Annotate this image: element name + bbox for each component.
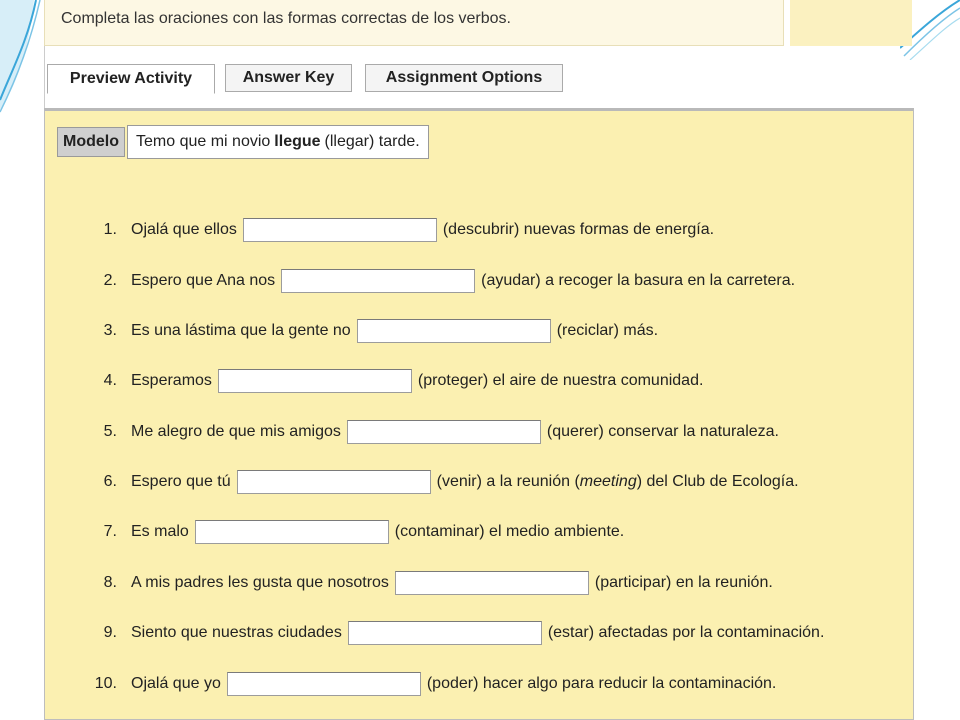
modelo-verb: llegue (274, 133, 321, 150)
item-number: 6. (103, 473, 117, 490)
activity-panel: Modelo Temo que mi novio llegue (llegar)… (44, 108, 914, 720)
exercise-item: 7. Es malo (contaminar) el medio ambient… (45, 519, 624, 545)
item-prompt: Me alegro de que mis amigos (131, 423, 341, 440)
item-prompt: A mis padres les gusta que nosotros (131, 574, 389, 591)
answer-input[interactable] (281, 269, 476, 293)
tab-bar: Preview Activity Answer Key Assignment O… (44, 46, 913, 108)
exercise-item: 8. A mis padres les gusta que nosotros (… (45, 570, 773, 596)
item-number: 10. (94, 675, 117, 692)
answer-input[interactable] (346, 420, 541, 444)
item-hint: (ayudar) a recoger la basura en la carre… (481, 272, 796, 289)
item-number: 1. (103, 221, 117, 238)
item-hint: (querer) conservar la naturaleza. (546, 423, 779, 440)
exercise-item: 10. Ojalá que yo (poder) hacer algo para… (45, 671, 776, 697)
answer-input[interactable] (226, 672, 421, 696)
item-hint-pre: (venir) a la reunión ( (436, 473, 580, 490)
item-number: 5. (103, 423, 117, 440)
instruction-side-panel (790, 0, 912, 46)
item-prompt: Ojalá que yo (131, 675, 221, 692)
exercise-item: 2. Espero que Ana nos (ayudar) a recoger… (45, 268, 795, 294)
answer-input[interactable] (347, 621, 542, 645)
answer-input[interactable] (242, 218, 437, 242)
item-number: 3. (103, 322, 117, 339)
item-prompt: Espero que Ana nos (131, 272, 276, 289)
item-prompt: Es una lástima que la gente no (131, 322, 351, 339)
exercise-item: 6. Espero que tú (venir) a la reunión (m… (45, 469, 799, 495)
item-hint: (reciclar) más. (556, 322, 659, 339)
exercise-item: 1. Ojalá que ellos (descubrir) nuevas fo… (45, 217, 714, 243)
item-prompt: Es malo (131, 523, 189, 540)
exercise-item: 4. Esperamos (proteger) el aire de nuest… (45, 368, 703, 394)
item-number: 8. (103, 574, 117, 591)
item-hint-italic: meeting (579, 473, 637, 490)
item-number: 7. (103, 523, 117, 540)
item-hint: (venir) a la reunión (meeting) del Club … (437, 473, 799, 491)
item-prompt: Esperamos (131, 372, 212, 389)
tab-answer-key[interactable]: Answer Key (225, 64, 352, 92)
item-hint: (descubrir) nuevas formas de energía. (442, 221, 715, 238)
instruction-panel: Completa las oraciones con las formas co… (44, 0, 784, 46)
decorative-swoosh-left (0, 0, 41, 113)
item-number: 2. (103, 272, 117, 289)
exercise-item: 9. Siento que nuestras ciudades (estar) … (45, 620, 824, 646)
item-hint: (participar) en la reunión. (594, 574, 773, 591)
answer-input[interactable] (356, 319, 551, 343)
item-hint: (estar) afectadas por la contaminación. (547, 624, 825, 641)
modelo-example: Temo que mi novio llegue (llegar) tarde. (127, 125, 429, 159)
instruction-text: Completa las oraciones con las formas co… (61, 10, 511, 27)
item-number: 4. (103, 372, 117, 389)
item-number: 9. (103, 624, 117, 641)
item-hint: (contaminar) el medio ambiente. (394, 523, 625, 540)
exercise-item: 3. Es una lástima que la gente no (recic… (45, 318, 658, 344)
modelo-before: Temo que mi novio (136, 133, 271, 150)
item-prompt: Siento que nuestras ciudades (131, 624, 342, 641)
tab-preview-activity[interactable]: Preview Activity (47, 64, 215, 94)
item-hint-post: ) del Club de Ecología. (636, 473, 799, 490)
item-prompt: Espero que tú (131, 473, 231, 490)
modelo-after: (llegar) tarde. (324, 133, 420, 150)
tab-assignment-options[interactable]: Assignment Options (365, 64, 563, 92)
item-hint: (poder) hacer algo para reducir la conta… (426, 675, 777, 692)
exercise-item: 5. Me alegro de que mis amigos (querer) … (45, 419, 779, 445)
item-hint: (proteger) el aire de nuestra comunidad. (417, 372, 704, 389)
answer-input[interactable] (236, 470, 431, 494)
answer-input[interactable] (217, 369, 412, 393)
item-prompt: Ojalá que ellos (131, 221, 237, 238)
modelo-label: Modelo (57, 127, 125, 157)
answer-input[interactable] (194, 520, 389, 544)
answer-input[interactable] (394, 571, 589, 595)
